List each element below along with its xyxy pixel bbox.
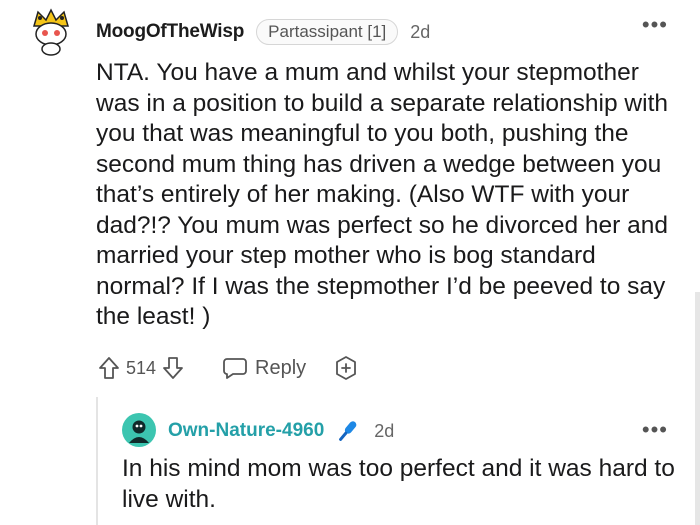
- award-button[interactable]: [332, 354, 360, 382]
- reply-username[interactable]: Own-Nature-4960: [168, 420, 324, 442]
- arrow-up-icon: [99, 357, 119, 379]
- comment-username[interactable]: MoogOfTheWisp: [96, 21, 244, 43]
- comment-header: MoogOfTheWisp Partassipant [1] 2d: [96, 17, 430, 47]
- thread-line[interactable]: [96, 397, 98, 525]
- arrow-down-icon: [163, 357, 183, 379]
- snoo-avatar-icon: [33, 8, 69, 56]
- comment-actions: 514 Reply: [96, 352, 360, 384]
- user-avatar[interactable]: [28, 6, 74, 58]
- downvote-button[interactable]: [160, 354, 186, 382]
- user-flair-badge: Partassipant [1]: [256, 19, 399, 45]
- reply-timestamp: 2d: [374, 420, 395, 441]
- chat-bubble-icon: [223, 358, 247, 379]
- scrollbar[interactable]: [695, 292, 700, 525]
- reply-more-options-icon[interactable]: •••: [642, 419, 668, 441]
- reply-button[interactable]: Reply: [222, 356, 306, 380]
- microphone-icon: [339, 421, 357, 441]
- comment-body: NTA. You have a mum and whilst your step…: [96, 59, 669, 330]
- comment-timestamp: 2d: [410, 21, 431, 42]
- upvote-button[interactable]: [96, 354, 122, 382]
- award-plus-icon: [336, 356, 357, 380]
- reply-avatar[interactable]: [122, 413, 156, 447]
- reply-body: In his mind mom was too perfect and it w…: [122, 455, 675, 513]
- reply-header: Own-Nature-4960 2d: [168, 417, 394, 445]
- vote-score: 514: [126, 357, 157, 378]
- teal-avatar-icon: [122, 413, 156, 447]
- reply-label: Reply: [255, 356, 307, 379]
- more-options-icon[interactable]: •••: [642, 14, 668, 36]
